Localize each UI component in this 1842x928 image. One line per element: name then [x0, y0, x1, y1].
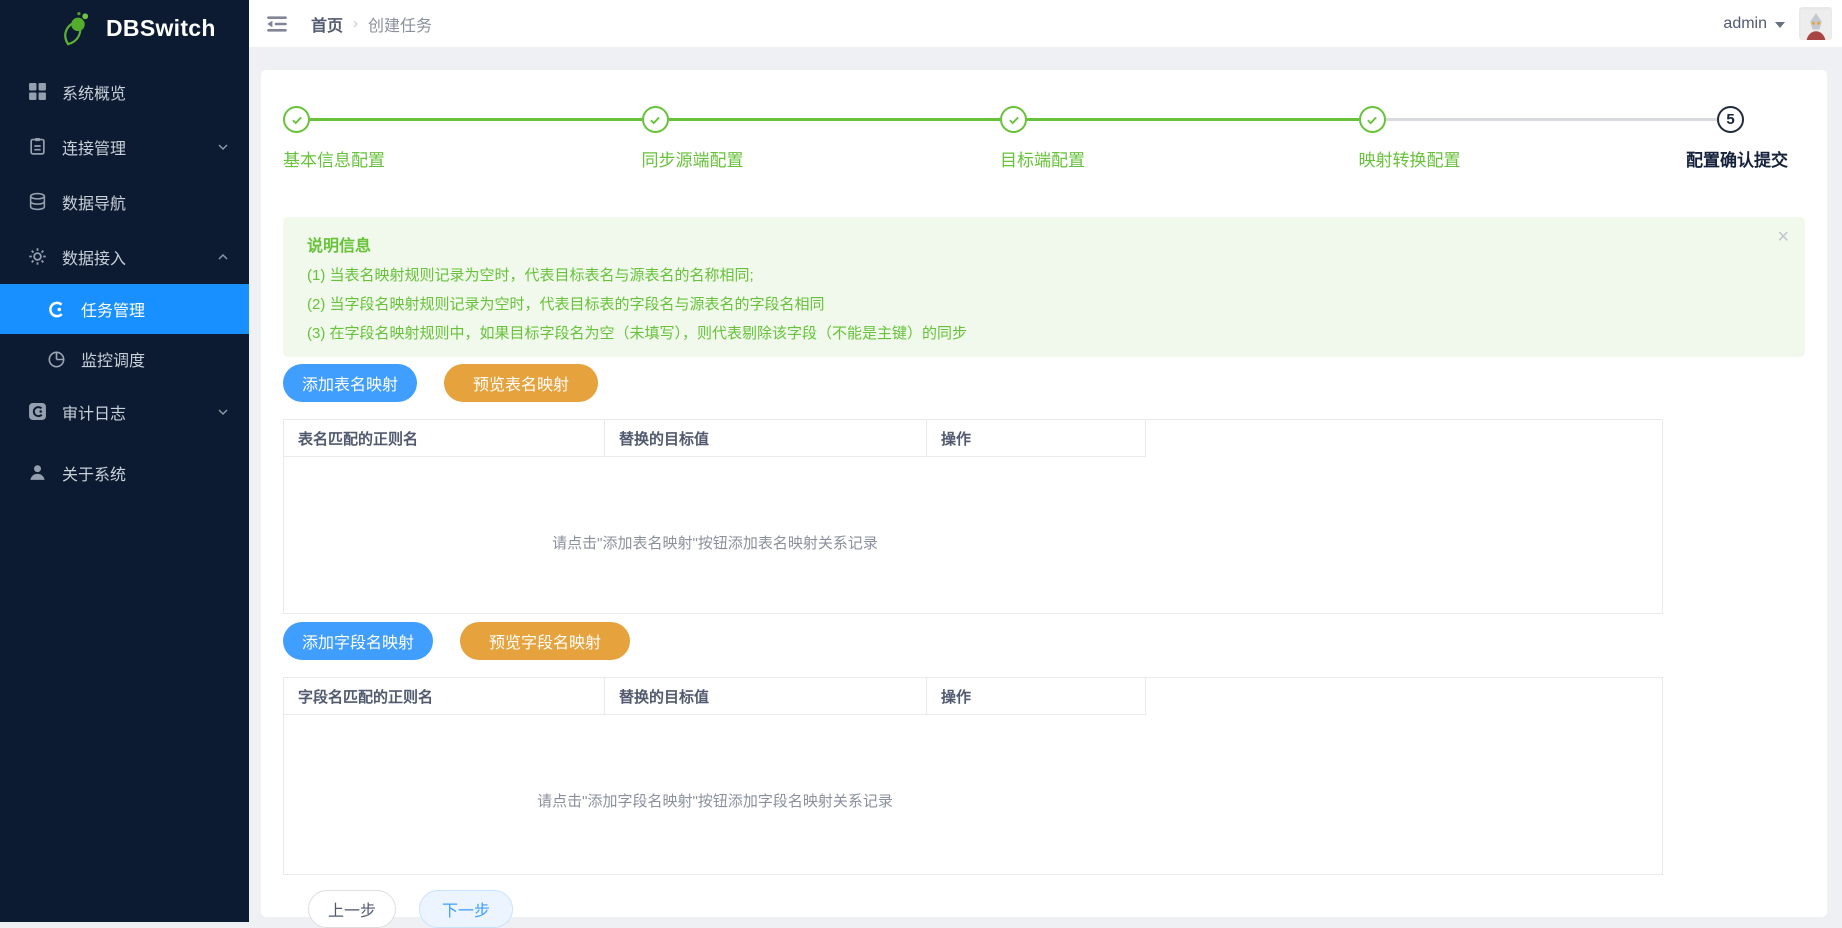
- step-label: 同步源端配置: [642, 146, 1001, 171]
- table-mapping-table: 表名匹配的正则名 替换的目标值 操作 请点击"添加表名映射"按钮添加表名映射关系…: [283, 419, 1663, 614]
- step-mapping-transform: 映射转换配置: [1359, 106, 1718, 171]
- add-field-mapping-button[interactable]: 添加字段名映射: [283, 622, 433, 660]
- column-header-actions: 操作: [927, 678, 1146, 715]
- step-check-icon: [1000, 106, 1027, 133]
- column-header-target: 替换的目标值: [605, 420, 927, 457]
- preview-table-mapping-button[interactable]: 预览表名映射: [444, 364, 598, 402]
- user-menu[interactable]: admin: [1723, 7, 1832, 40]
- user-icon: [28, 463, 47, 482]
- create-task-card: 基本信息配置 同步源端配置: [261, 70, 1827, 917]
- chevron-up-icon: [217, 251, 229, 263]
- grid-icon: [28, 82, 47, 101]
- step-connector: [1386, 118, 1718, 121]
- caret-down-icon: [1775, 22, 1785, 28]
- step-number: 5: [1717, 106, 1744, 133]
- breadcrumb-current: 创建任务: [368, 12, 432, 36]
- sidebar-item-data-navigation[interactable]: 数据导航: [0, 174, 249, 229]
- sidebar-item-connection-management[interactable]: 连接管理: [0, 119, 249, 174]
- step-target-config: 目标端配置: [1000, 106, 1359, 171]
- next-step-button[interactable]: 下一步: [419, 890, 513, 928]
- step-label: 配置确认提交: [1686, 146, 1805, 171]
- step-check-icon: [1359, 106, 1386, 133]
- app-root: DBSwitch 系统概览 连接管理: [0, 0, 1842, 922]
- sidebar-item-label: 数据接入: [62, 245, 126, 269]
- main-area: 首页 › 创建任务 admin: [249, 0, 1842, 922]
- step-label: 映射转换配置: [1359, 146, 1718, 171]
- alert-line: (3) 在字段名映射规则中，如果目标字段名为空（未填写），则代表剔除该字段（不能…: [307, 325, 1781, 343]
- steps-wizard: 基本信息配置 同步源端配置: [283, 106, 1805, 171]
- audit-log-icon: [28, 402, 47, 421]
- sidebar-item-label: 连接管理: [62, 135, 126, 159]
- column-header-regex: 字段名匹配的正则名: [284, 678, 605, 715]
- breadcrumb-home-link[interactable]: 首页: [311, 12, 343, 36]
- database-icon: [28, 192, 47, 211]
- step-confirm-submit: 5 配置确认提交: [1717, 106, 1805, 171]
- step-check-icon: [642, 106, 669, 133]
- column-header-actions: 操作: [927, 420, 1146, 457]
- add-table-mapping-button[interactable]: 添加表名映射: [283, 364, 417, 402]
- chevron-down-icon: [217, 406, 229, 418]
- sidebar-item-audit-log[interactable]: 审计日志: [0, 384, 249, 439]
- table-mapping-buttons: 添加表名映射 预览表名映射: [283, 364, 1805, 402]
- wizard-footer: 上一步 下一步: [308, 890, 1805, 928]
- content-area: 基本信息配置 同步源端配置: [249, 47, 1842, 922]
- table-header-row: 字段名匹配的正则名 替换的目标值 操作: [284, 678, 1662, 715]
- gear-icon: [28, 247, 47, 266]
- logo: DBSwitch: [0, 0, 249, 56]
- task-icon: [47, 300, 66, 319]
- empty-state-text: 请点击"添加表名映射"按钮添加表名映射关系记录: [284, 457, 1146, 553]
- sidebar-item-task-management[interactable]: 任务管理: [0, 284, 249, 334]
- info-alert: 说明信息 (1) 当表名映射规则记录为空时，代表目标表名与源表名的名称相同; (…: [283, 217, 1805, 357]
- alert-line: (1) 当表名映射规则记录为空时，代表目标表名与源表名的名称相同;: [307, 267, 1781, 285]
- step-check-icon: [283, 106, 310, 133]
- app-title: DBSwitch: [106, 15, 216, 42]
- alert-line: (2) 当字段名映射规则记录为空时，代表目标表的字段名与源表名的字段名相同: [307, 296, 1781, 314]
- step-sync-source: 同步源端配置: [642, 106, 1001, 171]
- previous-step-button[interactable]: 上一步: [308, 890, 396, 928]
- sidebar-item-data-access[interactable]: 数据接入: [0, 229, 249, 284]
- field-mapping-table: 字段名匹配的正则名 替换的目标值 操作 请点击"添加字段名映射"按钮添加字段名映…: [283, 677, 1663, 875]
- close-icon[interactable]: ×: [1777, 227, 1789, 247]
- sidebar-collapse-icon[interactable]: [265, 14, 289, 34]
- sidebar-item-label: 关于系统: [62, 461, 126, 485]
- step-basic-info: 基本信息配置: [283, 106, 642, 171]
- column-header-regex: 表名匹配的正则名: [284, 420, 605, 457]
- sidebar-item-system-overview[interactable]: 系统概览: [0, 64, 249, 119]
- table-body: 请点击"添加表名映射"按钮添加表名映射关系记录: [284, 457, 1662, 613]
- step-connector: [669, 118, 1001, 121]
- sidebar-menu: 系统概览 连接管理 数据导航: [0, 56, 249, 500]
- table-header-row: 表名匹配的正则名 替换的目标值 操作: [284, 420, 1662, 457]
- step-label: 基本信息配置: [283, 146, 642, 171]
- sidebar-item-monitor-schedule[interactable]: 监控调度: [0, 334, 249, 384]
- sidebar-item-about-system[interactable]: 关于系统: [0, 445, 249, 500]
- sidebar-item-label: 审计日志: [62, 400, 126, 424]
- sidebar-item-label: 任务管理: [81, 297, 145, 321]
- clipboard-icon: [28, 137, 47, 156]
- preview-field-mapping-button[interactable]: 预览字段名映射: [460, 622, 630, 660]
- sidebar-item-label: 系统概览: [62, 80, 126, 104]
- table-body: 请点击"添加字段名映射"按钮添加字段名映射关系记录: [284, 715, 1662, 874]
- topbar: 首页 › 创建任务 admin: [249, 0, 1842, 47]
- field-mapping-buttons: 添加字段名映射 预览字段名映射: [283, 622, 1805, 660]
- empty-state-text: 请点击"添加字段名映射"按钮添加字段名映射关系记录: [284, 715, 1146, 811]
- avatar[interactable]: [1799, 7, 1832, 40]
- breadcrumb-separator: ›: [353, 15, 358, 32]
- alert-title: 说明信息: [307, 232, 1781, 256]
- step-label: 目标端配置: [1000, 146, 1359, 171]
- chevron-down-icon: [217, 141, 229, 153]
- sidebar-item-label: 监控调度: [81, 347, 145, 371]
- step-connector: [1027, 118, 1359, 121]
- step-connector: [310, 118, 642, 121]
- sidebar-item-label: 数据导航: [62, 190, 126, 214]
- dbswitch-logo-icon: [60, 10, 96, 46]
- column-header-target: 替换的目标值: [605, 678, 927, 715]
- breadcrumb: 首页 › 创建任务: [311, 12, 432, 36]
- pie-chart-icon: [47, 350, 66, 369]
- username[interactable]: admin: [1723, 15, 1767, 33]
- sidebar: DBSwitch 系统概览 连接管理: [0, 0, 249, 922]
